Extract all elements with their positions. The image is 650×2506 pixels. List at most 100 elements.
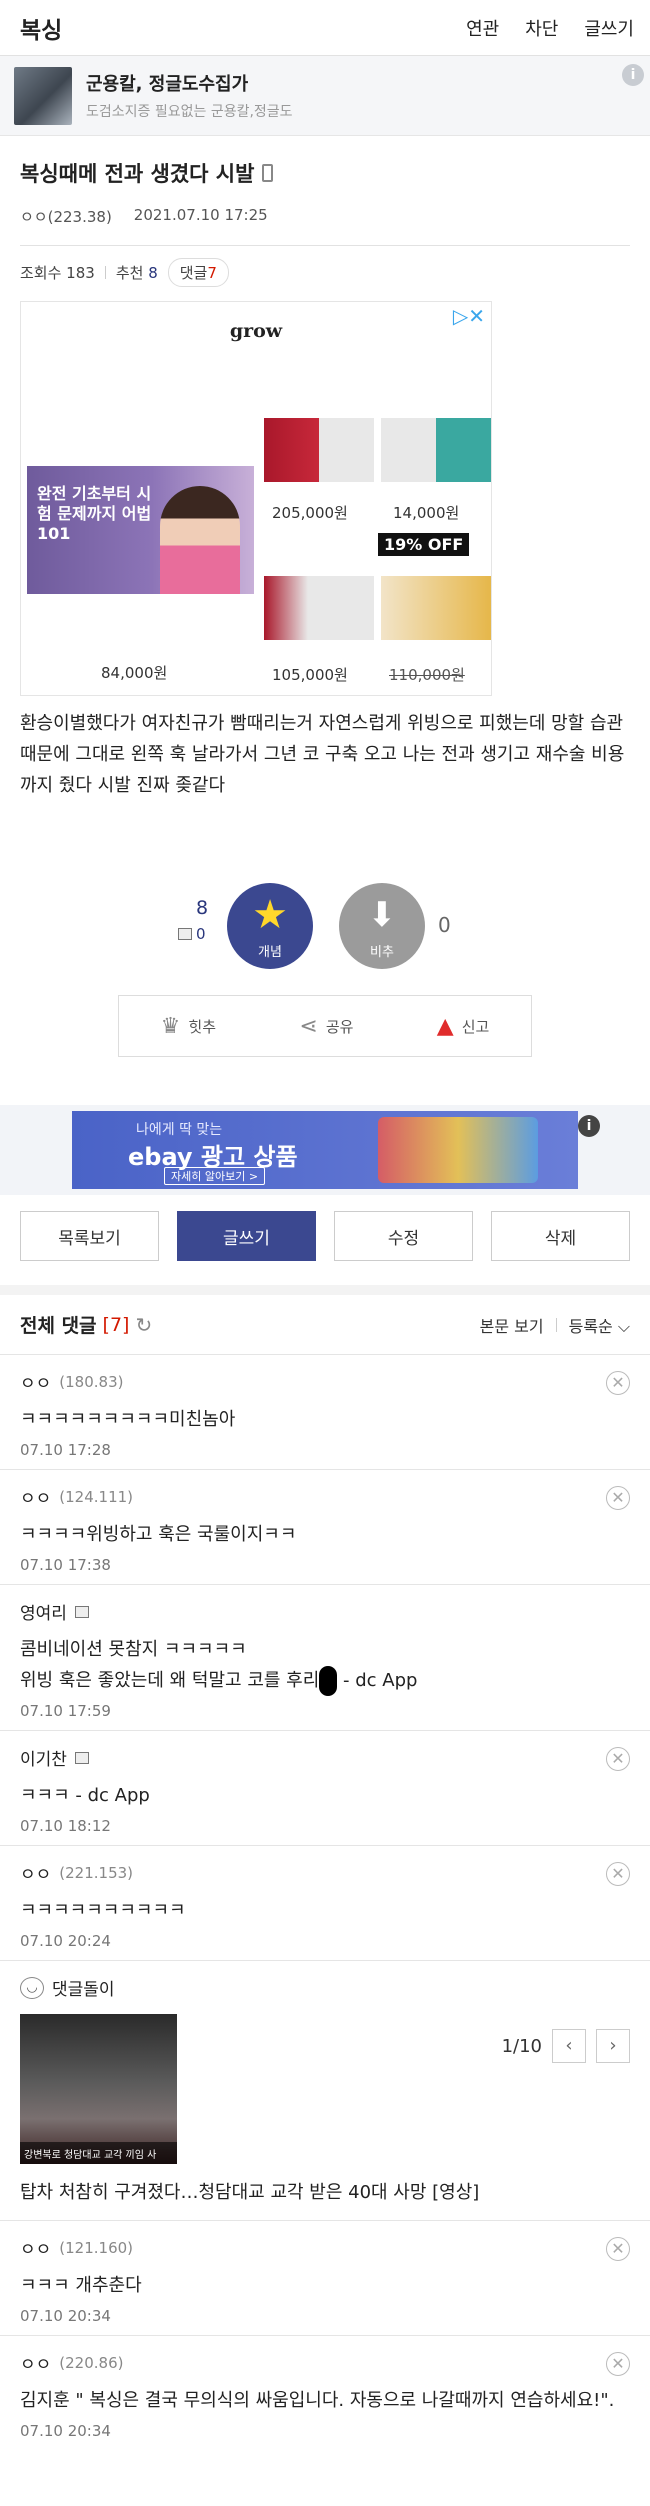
gallery-name: 군용칼, 정글도수집가	[86, 74, 249, 95]
fixed-vote-count: 0	[178, 925, 206, 943]
comment-author[interactable]: ㅇㅇ	[20, 1369, 51, 1394]
comments-header: 전체 댓글 [7] ↻ 본문 보기 등록순 ⌵	[0, 1295, 650, 1355]
comment-date: 07.10 17:28	[20, 1441, 111, 1459]
bot-icon: ◡	[20, 1976, 44, 1999]
list-button[interactable]: 목록보기	[20, 1211, 159, 1261]
siren-icon: ▲	[436, 1013, 454, 1039]
refresh-icon[interactable]: ↻	[135, 1313, 152, 1337]
post-actions: ♛ 힛추 ⋖ 공유 ▲ 신고	[118, 995, 532, 1057]
fixed-user-icon	[178, 928, 192, 940]
downvote-button[interactable]: ⬇ 비추	[339, 883, 425, 969]
write-link[interactable]: 글쓰기	[584, 15, 634, 41]
ad-product-image[interactable]	[264, 576, 374, 640]
report-button[interactable]: ▲ 신고	[437, 1014, 490, 1039]
write-button[interactable]: 글쓰기	[177, 1211, 316, 1261]
ad-product-image[interactable]	[381, 576, 491, 640]
post-datetime: 2021.07.10 17:25	[133, 206, 268, 224]
vote-area: 8 0 ★ 개념 ⬇ 비추 0	[0, 883, 650, 981]
comment-item: ㅇㅇ (121.160) ㅋㅋㅋ 개추춘다 07.10 20:34 ✕	[0, 2221, 650, 2336]
page-indicator: 1/10	[501, 2035, 542, 2057]
comment-text: 콤비네이션 못참지 ㅋㅋㅋㅋㅋ 위빙 훅은 좋았는데 왜 턱말고 코를 후리 -…	[20, 1634, 630, 1696]
close-icon[interactable]: ✕	[606, 2237, 630, 2261]
ad-person-image	[160, 486, 240, 594]
gallery-description: 도검소지증 필요없는 군용칼,정글도	[86, 104, 293, 120]
ad-choices-icon[interactable]: ▷✕	[453, 304, 485, 328]
comment-ip: (220.86)	[59, 2353, 124, 2372]
ebay-banner[interactable]: 나에게 딱 맞는 ebay 광고 상품 자세히 알아보기 >	[72, 1111, 578, 1189]
comment-count-badge[interactable]: 댓글7	[167, 258, 229, 287]
hit-button[interactable]: ♛ 힛추	[161, 1014, 216, 1039]
view-body-link[interactable]: 본문 보기	[480, 1313, 544, 1337]
comment-text: ㅋㅋㅋㅋㅋㅋㅋㅋㅋ미친놈아	[20, 1409, 236, 1430]
comment-date: 07.10 17:59	[20, 1702, 111, 1720]
ad-main-badge: 완전 기초부터 시험 문제까지 어법 101	[37, 484, 152, 543]
star-icon: ★	[252, 892, 288, 938]
comment-text: ㅋㅋㅋㅋ위빙하고 훅은 국룰이지ㅋㅋ	[20, 1524, 297, 1545]
ad-product-image[interactable]	[264, 418, 374, 482]
sort-dropdown[interactable]: 등록순 ⌵	[569, 1313, 630, 1337]
post-stats: 조회수 183 추천 8 댓글7	[0, 246, 650, 287]
bot-pager: 1/10 ‹ ›	[502, 2029, 630, 2063]
comment-author[interactable]: 이기찬	[20, 1745, 67, 1770]
ad-price: 14,000원	[393, 504, 460, 522]
ad-main-image[interactable]: 완전 기초부터 시험 문제까지 어법 101	[27, 466, 254, 594]
comment-author[interactable]: ㅇㅇ	[20, 2235, 51, 2260]
prev-button[interactable]: ‹	[552, 2029, 586, 2063]
upvote-button[interactable]: ★ 개념	[227, 883, 313, 969]
comment-author[interactable]: ㅇㅇ	[20, 1860, 51, 1885]
ad-product-image[interactable]	[381, 418, 491, 482]
close-icon[interactable]: ✕	[606, 1486, 630, 1510]
ad-banner[interactable]: 나에게 딱 맞는 ebay 광고 상품 자세히 알아보기 > i	[0, 1105, 650, 1195]
delete-button[interactable]: 삭제	[491, 1211, 630, 1261]
down-arrow-icon: ⬇	[367, 895, 397, 935]
comment-date: 07.10 17:38	[20, 1556, 111, 1574]
ad-price: 84,000원	[101, 664, 168, 682]
comment-author[interactable]: ㅇㅇ	[20, 1484, 51, 1509]
top-links: 연관 차단 글쓰기	[466, 15, 634, 41]
comment-author[interactable]: 영여리	[20, 1599, 67, 1624]
gallery-info[interactable]: 군용칼, 정글도수집가 도검소지증 필요없는 군용칼,정글도 i	[0, 56, 650, 136]
separator	[104, 266, 106, 279]
close-icon[interactable]: ✕	[606, 2352, 630, 2376]
share-icon: ⋖	[299, 1013, 318, 1039]
comment-bot: ◡ 댓글돌이 강변북로 청담대교 교각 끼임 사 1/10 ‹ › 탑차 처참히 …	[0, 1961, 650, 2221]
next-button[interactable]: ›	[596, 2029, 630, 2063]
comment-ip: (124.111)	[59, 1487, 134, 1506]
comment-text: ㅋㅋㅋ - dc App	[20, 1785, 150, 1806]
upvote-count: 8	[196, 897, 209, 919]
view-count: 조회수 183	[20, 264, 95, 282]
crown-icon: ♛	[160, 1013, 181, 1039]
fixed-user-icon	[74, 1605, 89, 1618]
close-icon[interactable]: ✕	[606, 1371, 630, 1395]
comment-author[interactable]: ㅇㅇ	[20, 2350, 51, 2375]
comment-date: 07.10 20:24	[20, 1932, 111, 1950]
comment-text: ㅋㅋㅋㅋㅋㅋㅋㅋㅋㅋ	[20, 1900, 186, 1921]
news-headline[interactable]: 탑차 처참히 구겨졌다…청담대교 교각 받은 40대 사망 [영상]	[20, 2178, 630, 2204]
comment-item: ㅇㅇ (221.153) ㅋㅋㅋㅋㅋㅋㅋㅋㅋㅋ 07.10 20:24 ✕	[0, 1846, 650, 1961]
block-link[interactable]: 차단	[525, 15, 558, 41]
comment-item: ㅇㅇ (180.83) ㅋㅋㅋㅋㅋㅋㅋㅋㅋ미친놈아 07.10 17:28 ✕	[0, 1355, 650, 1470]
post-author[interactable]: ㅇㅇ(223.38)	[20, 206, 112, 227]
close-icon[interactable]: ✕	[606, 1862, 630, 1886]
close-icon[interactable]: ✕	[606, 1747, 630, 1771]
post-meta: ㅇㅇ(223.38) 2021.07.10 17:25	[20, 206, 630, 227]
related-link[interactable]: 연관	[466, 15, 499, 41]
comment-ip: (180.83)	[59, 1372, 124, 1391]
banner-illustration	[378, 1117, 538, 1183]
post-title: 복싱때메 전과 생겼다 시발	[20, 158, 630, 188]
share-button[interactable]: ⋖ 공유	[299, 1014, 353, 1039]
chevron-down-icon: ⌵	[617, 1316, 630, 1336]
info-icon[interactable]: i	[622, 64, 644, 86]
mobile-icon	[262, 164, 274, 182]
ad-original-price: 110,000원	[389, 666, 465, 684]
ad-box[interactable]: grow ▷✕ 완전 기초부터 시험 문제까지 어법 101 205,000원 …	[20, 301, 492, 696]
gallery-title[interactable]: 복싱	[20, 11, 62, 45]
post-body: 환승이별했다가 여자친규가 빰때리는거 자연스럽게 위빙으로 피했는데 망할 습…	[20, 713, 625, 796]
news-thumbnail[interactable]: 강변북로 청담대교 교각 끼임 사	[20, 2014, 177, 2164]
comment-item: 이기찬 ㅋㅋㅋ - dc App 07.10 18:12 ✕	[0, 1731, 650, 1846]
comments-title: 전체 댓글	[20, 1315, 97, 1337]
comment-date: 07.10 20:34	[20, 2307, 111, 2325]
info-icon[interactable]: i	[578, 1115, 600, 1137]
ad-price: 105,000원	[272, 666, 348, 684]
edit-button[interactable]: 수정	[334, 1211, 473, 1261]
